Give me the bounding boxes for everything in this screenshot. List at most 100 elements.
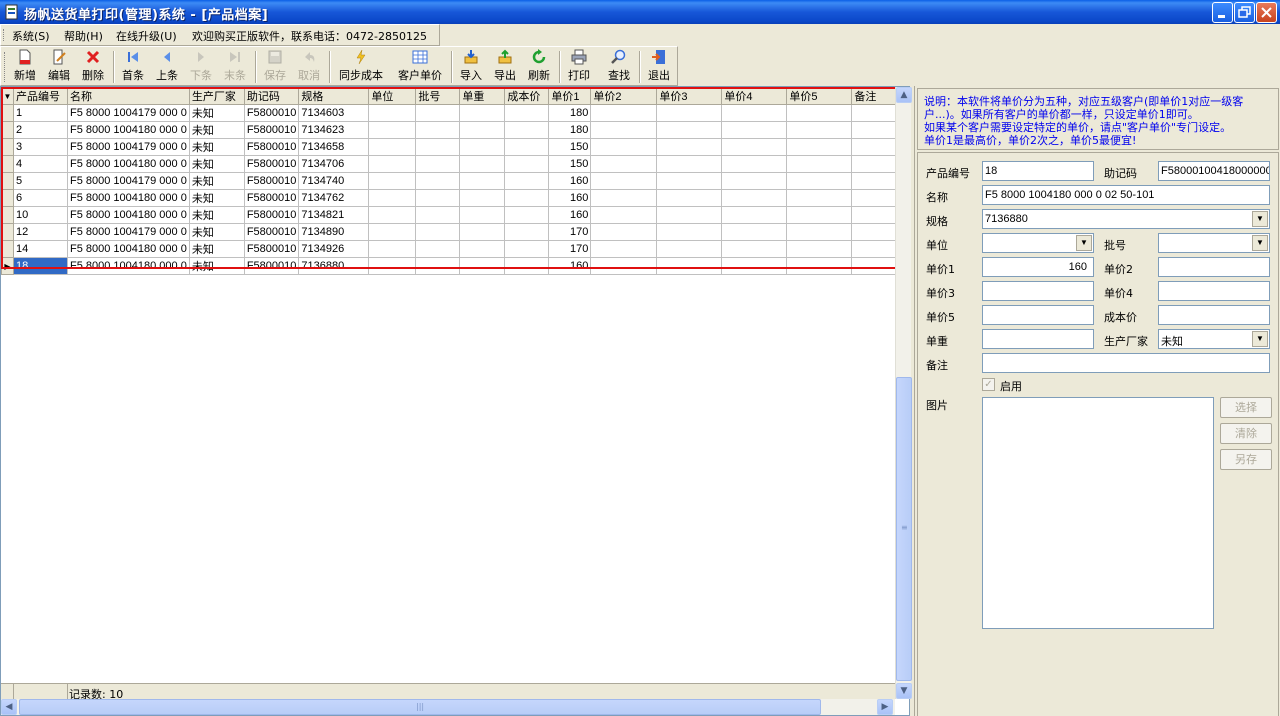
table-row[interactable]: 6 F5 8000 1004180 000 0 未知 F5800010 7134762 1… xyxy=(1,189,908,207)
cell-empty[interactable] xyxy=(590,121,658,139)
cell-empty[interactable] xyxy=(368,189,417,207)
cell-empty[interactable] xyxy=(504,240,550,258)
cell-empty[interactable] xyxy=(786,155,853,173)
restore-button[interactable] xyxy=(1234,2,1255,23)
cell-price1[interactable]: 150 xyxy=(548,155,592,173)
price1-field[interactable]: 160 xyxy=(982,257,1094,277)
cell-mnemonic[interactable]: F5800010 xyxy=(243,104,300,122)
cell-mnemonic[interactable]: F5800010 xyxy=(243,206,300,224)
import-button[interactable]: 导入 xyxy=(457,49,485,85)
cell-empty[interactable] xyxy=(786,172,853,190)
cell-maker[interactable]: 未知 xyxy=(188,121,245,139)
col-header-spec[interactable]: 规格 xyxy=(298,87,370,105)
weight-field[interactable] xyxy=(982,329,1094,349)
table-row[interactable]: 12 F5 8000 1004179 000 0 未知 F5800010 7134890… xyxy=(1,223,908,241)
save-button[interactable]: 保存 xyxy=(261,49,289,85)
cell-spec[interactable]: 7134623 xyxy=(298,121,370,139)
row-indicator[interactable] xyxy=(1,155,14,173)
new-button[interactable]: 新增 xyxy=(11,49,39,85)
cell-maker[interactable]: 未知 xyxy=(188,104,245,122)
col-header-maker[interactable]: 生产厂家 xyxy=(188,87,245,105)
col-header-cost[interactable]: 成本价 xyxy=(504,87,550,105)
chevron-down-icon[interactable]: ▼ xyxy=(1076,235,1092,251)
vertical-scroll-thumb[interactable]: ≡ xyxy=(896,377,912,681)
vertical-scrollbar[interactable]: ▲ ≡ ▼ xyxy=(895,87,912,699)
sync-cost-button[interactable]: 同步成本 xyxy=(335,49,387,85)
cell-empty[interactable] xyxy=(590,189,658,207)
menu-online-upgrade[interactable]: 在线升级(U) xyxy=(116,28,177,44)
cell-empty[interactable] xyxy=(504,104,550,122)
cell-mnemonic[interactable]: F5800010 xyxy=(243,121,300,139)
cell-mnemonic[interactable]: F5800010 xyxy=(243,138,300,156)
cell-code[interactable]: 2 xyxy=(13,121,68,139)
cell-empty[interactable] xyxy=(504,121,550,139)
cell-name[interactable]: F5 8000 1004180 000 0 xyxy=(67,155,190,173)
customer-price-button[interactable]: 客户单价 xyxy=(393,49,447,85)
cell-empty[interactable] xyxy=(721,223,788,241)
cell-empty[interactable] xyxy=(656,155,723,173)
cell-maker[interactable]: 未知 xyxy=(188,257,245,275)
refresh-button[interactable]: 刷新 xyxy=(525,49,553,85)
cell-empty[interactable] xyxy=(721,206,788,224)
cell-mnemonic[interactable]: F5800010 xyxy=(243,172,300,190)
cell-name[interactable]: F5 8000 1004179 000 0 xyxy=(67,172,190,190)
horizontal-scrollbar[interactable]: ◀ ||| ▶ xyxy=(1,699,895,715)
unit-select[interactable]: ▼ xyxy=(982,233,1094,253)
cell-empty[interactable] xyxy=(415,155,461,173)
row-indicator[interactable] xyxy=(1,138,14,156)
cell-maker[interactable]: 未知 xyxy=(188,189,245,207)
cell-empty[interactable] xyxy=(590,206,658,224)
cell-empty[interactable] xyxy=(368,223,417,241)
cell-empty[interactable] xyxy=(656,104,723,122)
cell-empty[interactable] xyxy=(459,104,506,122)
first-record-button[interactable]: 首条 xyxy=(119,49,147,85)
cell-empty[interactable] xyxy=(590,257,658,275)
cell-empty[interactable] xyxy=(504,206,550,224)
cell-maker[interactable]: 未知 xyxy=(188,155,245,173)
cell-price1[interactable]: 160 xyxy=(548,189,592,207)
cell-name[interactable]: F5 8000 1004180 000 0 xyxy=(67,189,190,207)
cell-empty[interactable] xyxy=(459,189,506,207)
maker-select[interactable]: 未知 ▼ xyxy=(1158,329,1270,349)
cell-empty[interactable] xyxy=(368,240,417,258)
scroll-left-arrow-icon[interactable]: ◀ xyxy=(1,699,17,715)
cell-empty[interactable] xyxy=(786,104,853,122)
enabled-checkbox[interactable]: ✓ xyxy=(982,378,995,391)
col-header-code[interactable]: 产品编号 xyxy=(13,87,68,105)
cell-empty[interactable] xyxy=(504,257,550,275)
cell-name[interactable]: F5 8000 1004180 000 0 xyxy=(67,121,190,139)
cell-name[interactable]: F5 8000 1004179 000 0 xyxy=(67,138,190,156)
cell-empty[interactable] xyxy=(656,257,723,275)
menu-system[interactable]: 系统(S) xyxy=(12,28,50,44)
cell-empty[interactable] xyxy=(459,121,506,139)
row-indicator[interactable] xyxy=(1,121,14,139)
cell-spec[interactable]: 7134706 xyxy=(298,155,370,173)
cell-empty[interactable] xyxy=(415,257,461,275)
col-header-batch[interactable]: 批号 xyxy=(415,87,461,105)
horizontal-scroll-thumb[interactable]: ||| xyxy=(19,699,821,715)
cell-empty[interactable] xyxy=(590,240,658,258)
cell-empty[interactable] xyxy=(656,172,723,190)
col-header-price3[interactable]: 单价3 xyxy=(656,87,723,105)
cell-empty[interactable] xyxy=(459,172,506,190)
row-indicator[interactable] xyxy=(1,104,14,122)
batch-select[interactable]: ▼ xyxy=(1158,233,1270,253)
find-button[interactable]: 查找 xyxy=(605,49,633,85)
cell-code[interactable]: 4 xyxy=(13,155,68,173)
cell-empty[interactable] xyxy=(459,223,506,241)
cell-maker[interactable]: 未知 xyxy=(188,240,245,258)
cell-price1[interactable]: 170 xyxy=(548,240,592,258)
cell-spec[interactable]: 7134762 xyxy=(298,189,370,207)
cell-code[interactable]: 1 xyxy=(13,104,68,122)
next-record-button[interactable]: 下条 xyxy=(187,49,215,85)
chevron-down-icon[interactable]: ▼ xyxy=(1252,211,1268,227)
cell-empty[interactable] xyxy=(590,172,658,190)
col-header-price5[interactable]: 单价5 xyxy=(786,87,853,105)
cell-price1[interactable]: 150 xyxy=(548,138,592,156)
cell-empty[interactable] xyxy=(415,189,461,207)
row-indicator[interactable] xyxy=(1,189,14,207)
cell-code[interactable]: 10 xyxy=(13,206,68,224)
cell-empty[interactable] xyxy=(786,257,853,275)
cell-name[interactable]: F5 8000 1004180 000 0 xyxy=(67,257,190,275)
cell-code[interactable]: 18 xyxy=(13,257,68,275)
